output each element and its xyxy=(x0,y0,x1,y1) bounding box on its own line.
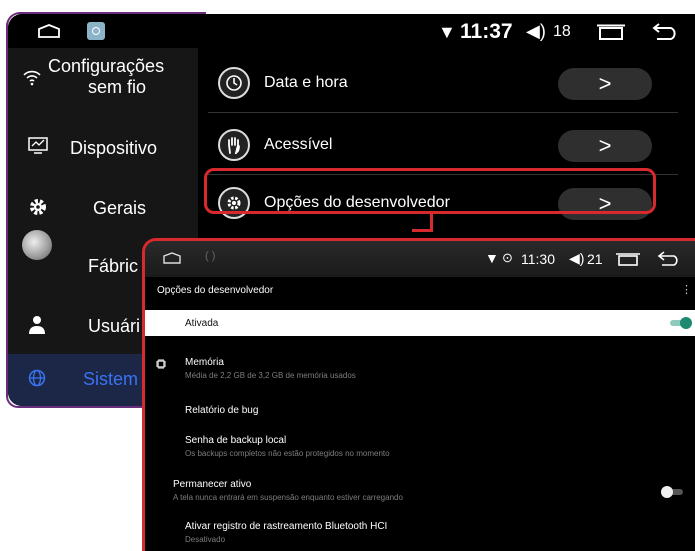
clock-time: 11:30 xyxy=(521,251,555,267)
item-title: Memória xyxy=(185,357,224,368)
globe-icon xyxy=(28,369,50,391)
back-icon[interactable] xyxy=(651,22,679,45)
recent-apps-icon[interactable] xyxy=(616,253,640,271)
recent-apps-icon[interactable] xyxy=(596,24,626,45)
device-monitor-icon xyxy=(28,137,50,159)
stay-awake-toggle[interactable] xyxy=(661,486,683,498)
volume-icon[interactable]: ◀) xyxy=(569,250,584,267)
back-icon[interactable] xyxy=(657,251,681,271)
item-title: Relatório de bug xyxy=(185,405,259,416)
page-title: Opções do desenvolvedor xyxy=(157,285,274,296)
hand-icon xyxy=(218,129,250,161)
master-toggle-label: Ativada xyxy=(185,318,219,329)
home-icon[interactable] xyxy=(38,24,60,43)
item-summary: Os backups completos não estão protegido… xyxy=(185,449,390,458)
sidebar-item-label: Dispositivo xyxy=(70,138,158,158)
item-title: Permanecer ativo xyxy=(173,479,252,490)
wifi-icon xyxy=(22,68,44,90)
list-item-stay-awake[interactable]: Permanecer ativo A tela nunca entrará em… xyxy=(145,479,695,509)
developer-options-screen: ( ) ▼ ⊙ 11:30 ◀) 21 Opções do desenvolve… xyxy=(142,238,695,551)
master-toggle-row[interactable]: Ativada xyxy=(145,310,695,336)
row-label: Acessível xyxy=(264,136,333,153)
sidebar-item-label: Configurações xyxy=(48,56,165,76)
sidebar-item-label: Usuári xyxy=(88,316,141,336)
sidebar-item-label: Sistem xyxy=(83,369,139,389)
sidebar-item-label: Gerais xyxy=(93,198,147,218)
item-summary: Média de 2,2 GB de 3,2 GB de memória usa… xyxy=(185,371,356,380)
user-icon xyxy=(28,315,50,337)
clock-time: 11:37 xyxy=(460,20,513,43)
item-summary: Desativado xyxy=(185,535,226,544)
location-icon: ⊙ xyxy=(502,250,513,265)
callout-connector xyxy=(412,229,433,232)
item-title: Senha de backup local xyxy=(185,435,287,446)
gear-icon xyxy=(28,197,50,219)
wifi-icon: ▼ xyxy=(485,250,499,266)
sidebar-item-wireless[interactable]: Configurações sem fio xyxy=(8,48,198,106)
list-item-backup-password[interactable]: Senha de backup local Os backups complet… xyxy=(145,435,695,465)
status-bar: ( ) ▼ ⊙ 11:30 ◀) 21 xyxy=(145,241,695,277)
item-title: Ativar registro de rastreamento Bluetoot… xyxy=(185,521,388,532)
status-bar: ▼ 11:37 ◀) 18 xyxy=(8,14,695,48)
row-date-time[interactable]: Data e hora > xyxy=(208,56,678,113)
clock-icon xyxy=(218,67,250,99)
sidebar-item-device[interactable]: Dispositivo xyxy=(8,120,198,178)
volume-level: 21 xyxy=(587,251,603,267)
item-summary: A tela nunca entrará em suspensão enquan… xyxy=(173,493,403,502)
app-icon[interactable] xyxy=(87,22,105,40)
volume-icon[interactable]: ◀) xyxy=(526,21,546,42)
list-item-memory[interactable]: Memória Média de 2,2 GB de 3,2 GB de mem… xyxy=(145,357,695,387)
home-icon[interactable] xyxy=(163,251,181,269)
row-arrow-button[interactable]: > xyxy=(558,130,652,162)
master-toggle-switch[interactable] xyxy=(670,317,692,329)
row-label: Data e hora xyxy=(264,74,348,91)
list-item-bug-report[interactable]: Relatório de bug xyxy=(145,403,695,425)
volume-level: 18 xyxy=(553,23,571,40)
developer-options-highlight xyxy=(204,168,656,214)
row-accessibility[interactable]: Acessível > xyxy=(208,118,678,175)
list-item-bluetooth-hci-log[interactable]: Ativar registro de rastreamento Bluetoot… xyxy=(145,521,695,551)
factory-icon xyxy=(22,230,52,260)
more-options-icon[interactable]: ⋮ xyxy=(681,283,692,296)
sidebar-item-label-line2: sem fio xyxy=(88,77,147,97)
wifi-icon: ▼ xyxy=(438,22,456,42)
row-arrow-button[interactable]: > xyxy=(558,68,652,100)
sidebar-item-label: Fábric xyxy=(88,256,139,276)
status-dots: ( ) xyxy=(205,250,216,262)
